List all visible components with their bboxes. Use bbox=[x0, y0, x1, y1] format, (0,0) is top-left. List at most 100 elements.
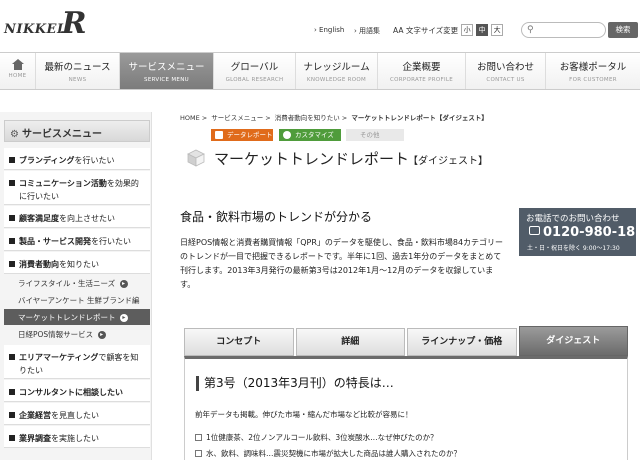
site-logo[interactable]: NIKKEIR bbox=[4, 6, 87, 41]
sidebar-item-bold: コンサルタントに相談したい bbox=[19, 388, 123, 397]
sidebar-item-bold: 企業経営 bbox=[19, 411, 51, 420]
sidebar-subitem-market-trend[interactable]: マーケットトレンドレポート ▸ bbox=[4, 309, 150, 325]
nav-contact[interactable]: お問い合わせ CONTACT US bbox=[466, 53, 546, 89]
sidebar-item-consumer-trends[interactable]: 消費者動向を知りたい bbox=[4, 252, 150, 274]
square-bullet-icon bbox=[9, 354, 15, 360]
square-bullet-icon bbox=[9, 389, 15, 395]
nav-corporate-label: 企業概要 bbox=[402, 62, 441, 73]
sidebar-subitem-pos[interactable]: 日経POS情報サービス ▸ bbox=[4, 326, 150, 342]
square-bullet-icon bbox=[9, 157, 15, 163]
font-size-small-button[interactable]: 小 bbox=[461, 24, 474, 36]
nav-news-en: NEWS bbox=[68, 77, 87, 83]
font-size-large-button[interactable]: 大 bbox=[491, 24, 504, 36]
nav-knowledge[interactable]: ナレッジルーム KNOWLEDGE ROOM bbox=[296, 53, 378, 89]
sidebar-item-satisfaction[interactable]: 顧客満足度を向上させたい bbox=[4, 206, 150, 228]
sidebar-subitem-lifestyle[interactable]: ライフスタイル・生活ニーズ ▸ bbox=[4, 275, 150, 291]
font-size-label: AA 文字サイズ変更 bbox=[393, 25, 459, 35]
sidebar-item-rest: を向上させたい bbox=[59, 214, 115, 223]
tab-panel bbox=[184, 356, 628, 460]
document-icon bbox=[215, 131, 223, 139]
nav-contact-en: CONTACT US bbox=[486, 77, 525, 83]
sidebar-item-bold: 業界調査 bbox=[19, 434, 51, 443]
breadcrumb-consumer[interactable]: 消費者動向を知りたい bbox=[275, 114, 340, 122]
font-size-control: AA 文字サイズ変更 小 中 大 bbox=[393, 24, 504, 36]
nav-home[interactable]: HOME bbox=[0, 53, 36, 89]
arrow-circle-icon: ▸ bbox=[119, 314, 128, 322]
page-title: マーケットトレンドレポート bbox=[214, 150, 410, 168]
nav-global-en: GLOBAL RESEARCH bbox=[225, 77, 284, 83]
sidebar-subitem-label: 日経POS情報サービス bbox=[18, 330, 94, 339]
nav-home-en: HOME bbox=[8, 73, 27, 79]
sidebar-item-bold: ブランディング bbox=[19, 156, 75, 165]
contact-label: お電話でのお問い合わせ bbox=[526, 214, 620, 224]
sidebar-item-rest: を知りたい bbox=[59, 260, 99, 269]
sidebar-item-industry[interactable]: 業界調査を実施したい bbox=[4, 426, 150, 448]
home-icon bbox=[11, 59, 24, 70]
nav-global-label: グローバル bbox=[230, 62, 279, 73]
sidebar-item-bold: 消費者動向 bbox=[19, 260, 59, 269]
breadcrumb-current: マーケットトレンドレポート【ダイジェスト】 bbox=[351, 114, 488, 122]
english-link-label: English bbox=[319, 26, 345, 34]
arrow-circle-icon: ▸ bbox=[97, 331, 106, 339]
glossary-link[interactable]: › 用語集 bbox=[354, 26, 380, 36]
tab-detail[interactable]: 詳細 bbox=[295, 328, 405, 356]
nav-customer-portal[interactable]: お客様ポータル FOR CUSTOMER bbox=[546, 53, 640, 89]
section-note: 前年データも掲載。伸びた市場・縮んだ市場など比較が容易に！ bbox=[195, 410, 413, 419]
cube-icon bbox=[187, 149, 205, 167]
sidebar-item-rest: を行いたい bbox=[74, 156, 115, 165]
square-bullet-icon bbox=[9, 180, 15, 186]
lead-heading: 食品・飲料市場のトレンドが分かる bbox=[180, 210, 373, 224]
nav-contact-label: お問い合わせ bbox=[476, 62, 534, 73]
sidebar-item-bold: 顧客満足度 bbox=[19, 214, 59, 223]
nav-service-menu[interactable]: サービスメニュー SERVICE MENU bbox=[120, 53, 214, 89]
nav-customer-en: FOR CUSTOMER bbox=[569, 77, 617, 83]
square-bullet-icon bbox=[9, 412, 15, 418]
logo-text: NIKKEI bbox=[4, 22, 64, 37]
sidebar-heading-label: サービスメニュー bbox=[21, 129, 102, 140]
gear-icon bbox=[283, 131, 291, 139]
tab-concept[interactable]: コンセプト bbox=[184, 328, 294, 356]
global-nav: HOME 最新のニュース NEWS サービスメニュー SERVICE MENU … bbox=[0, 52, 640, 90]
sidebar-subitem-buyer-survey[interactable]: バイヤーアンケート 生鮮ブランド編 bbox=[4, 292, 150, 308]
logo-r: R bbox=[61, 6, 87, 41]
tag-data-report: データレポート bbox=[211, 129, 273, 141]
tab-digest[interactable]: ダイジェスト bbox=[518, 326, 628, 356]
sidebar-item-rest: を見直したい bbox=[51, 411, 99, 420]
sidebar-item-area-marketing[interactable]: エリアマーケティングで顧客を知りたい bbox=[4, 345, 150, 379]
breadcrumb: HOME > サービスメニュー > 消費者動向を知りたい > マーケットトレンドレポー… bbox=[180, 114, 488, 122]
phone-icon bbox=[529, 226, 540, 235]
page: NIKKEIR › English › 用語集 AA 文字サイズ変更 小 中 大… bbox=[0, 0, 640, 460]
nav-news[interactable]: 最新のニュース NEWS bbox=[36, 53, 120, 89]
search-input[interactable]: ⚲ bbox=[521, 22, 606, 38]
tab-lineup-price[interactable]: ラインナップ・価格 bbox=[407, 328, 517, 356]
nav-knowledge-en: KNOWLEDGE ROOM bbox=[306, 77, 367, 83]
nav-service-label: サービスメニュー bbox=[128, 62, 205, 73]
search-icon: ⚲ bbox=[527, 25, 534, 35]
sidebar-item-consultant[interactable]: コンサルタントに相談したい bbox=[4, 380, 150, 402]
sidebar-item-rest: を実施したい bbox=[51, 434, 99, 443]
english-link[interactable]: › English bbox=[314, 26, 344, 34]
nav-global[interactable]: グローバル GLOBAL RESEARCH bbox=[214, 53, 296, 89]
feature-text: 水、飲料、調味料…震災契機に市場が拡大した商品は誰人購入されたのか？ bbox=[206, 449, 461, 458]
sidebar-item-bold: コミュニケーション活動 bbox=[19, 179, 107, 188]
tag-other: その他 bbox=[346, 129, 404, 141]
sidebar-item-management[interactable]: 企業経営を見直したい bbox=[4, 403, 150, 425]
feature-item: 1位健康茶、2位ノンアルコール飲料、3位炭酸水…なぜ伸びたのか？ bbox=[195, 432, 438, 443]
contact-phone: 0120-980-181 bbox=[529, 225, 640, 240]
nav-corporate[interactable]: 企業概要 CORPORATE PROFILE bbox=[378, 53, 466, 89]
square-bullet-icon bbox=[9, 435, 15, 441]
contact-phone-number: 0120-980-181 bbox=[543, 225, 640, 240]
sidebar-item-product-dev[interactable]: 製品・サービス開発を行いたい bbox=[4, 229, 150, 251]
sidebar-item-bold: 製品・サービス開発 bbox=[19, 237, 91, 246]
font-size-medium-button[interactable]: 中 bbox=[476, 24, 489, 36]
section-title: 第3号（2013年3月刊）の特長は… bbox=[196, 376, 394, 391]
breadcrumb-service[interactable]: サービスメニュー bbox=[211, 114, 263, 122]
breadcrumb-home[interactable]: HOME bbox=[180, 114, 200, 122]
contact-hours: 土・日・祝日を除く 9:00～17:30 bbox=[527, 245, 620, 252]
sidebar-item-communication[interactable]: コミュニケーション活動を効果的に行いたい bbox=[4, 171, 150, 205]
phone-contact-box[interactable]: お電話でのお問い合わせ 0120-980-181 土・日・祝日を除く 9:00～… bbox=[519, 208, 640, 256]
search-button[interactable]: 検索 bbox=[608, 22, 638, 38]
nav-customer-label: お客様ポータル bbox=[559, 62, 627, 73]
sidebar-item-branding[interactable]: ブランディングを行いたい bbox=[4, 148, 150, 170]
content-tabs: コンセプト 詳細 ラインナップ・価格 ダイジェスト bbox=[184, 326, 628, 356]
